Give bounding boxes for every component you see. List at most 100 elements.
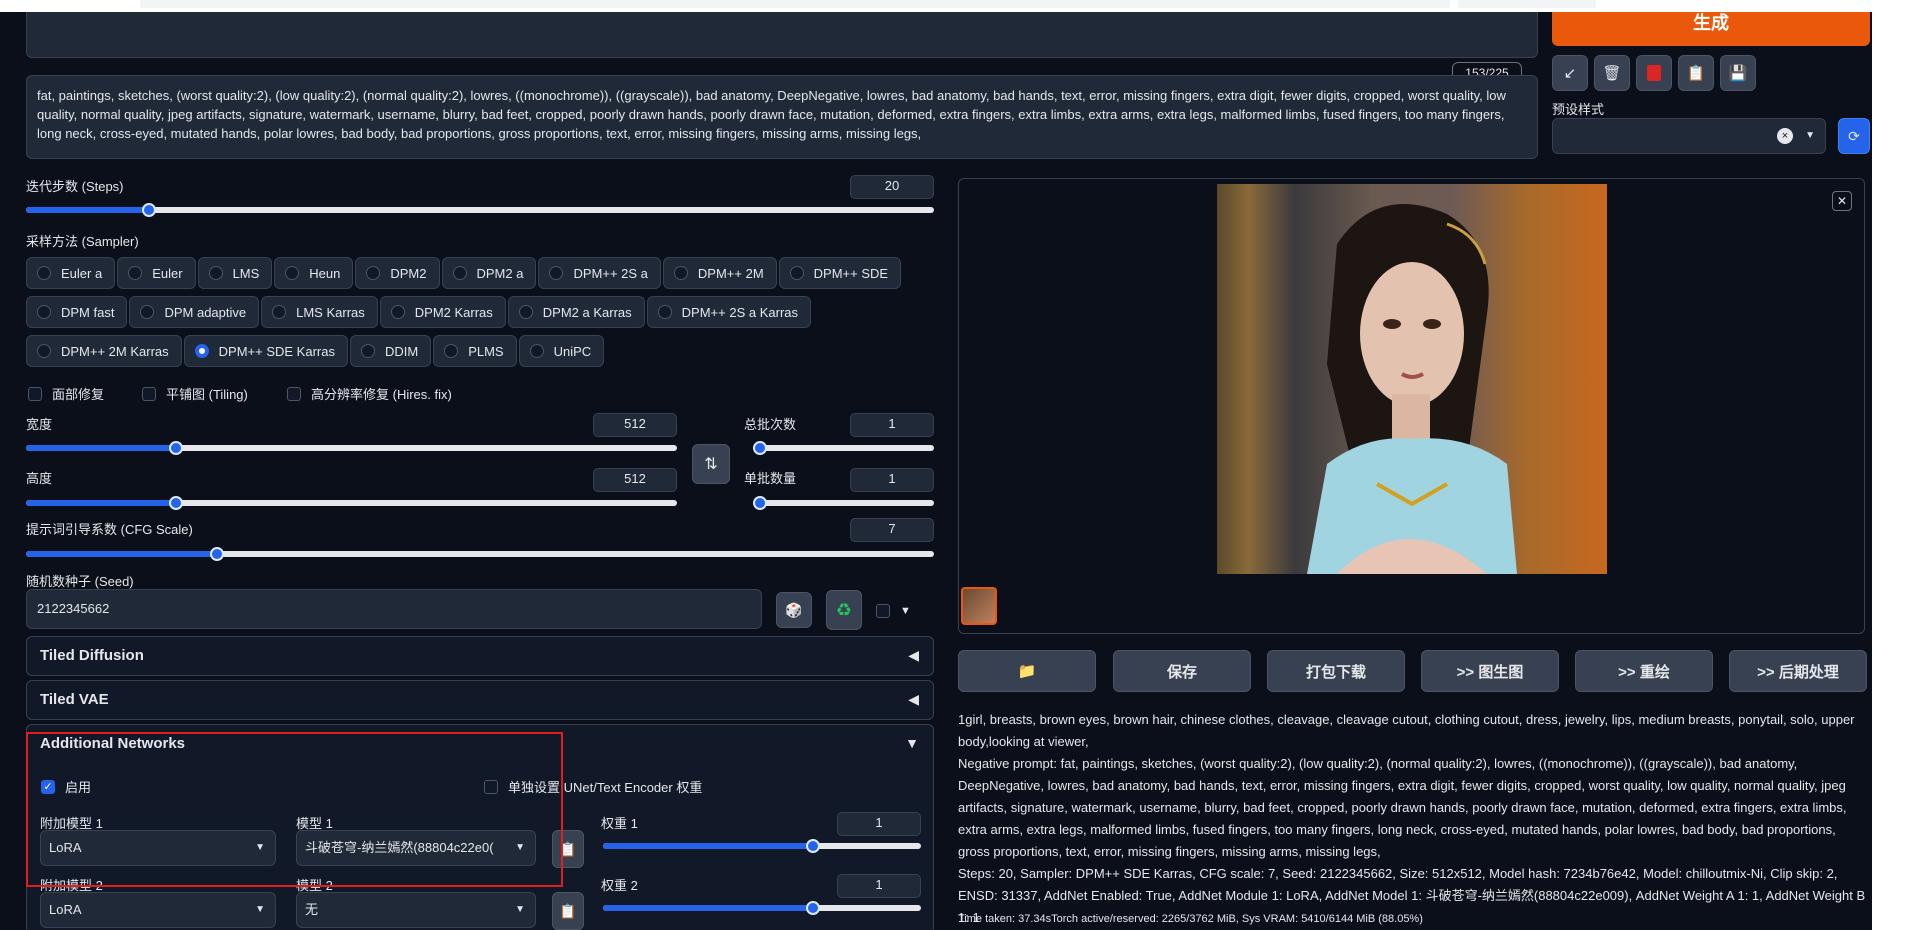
height-slider-thumb[interactable] (168, 496, 183, 510)
additional-networks-title[interactable]: Additional Networks (40, 735, 185, 752)
sampler-option[interactable]: DPM++ 2S a Karras (646, 296, 811, 328)
tiled-vae-title: Tiled VAE (40, 691, 109, 708)
trash-icon[interactable]: 🗑 (1594, 55, 1630, 91)
output-gallery: ✕ (958, 178, 1865, 634)
sampler-option[interactable]: DPM++ SDE Karras (183, 335, 348, 367)
dice-icon[interactable]: 🎲 (776, 592, 812, 628)
addnet-type1-dropdown[interactable]: LoRA ▼ (40, 830, 276, 866)
extra-seed-checkbox[interactable]: ▼ (876, 604, 911, 618)
addnet-weight1-slider[interactable] (603, 839, 921, 853)
clipboard-icon[interactable]: 📋 (552, 830, 584, 868)
restore-faces-checkbox[interactable]: 面部修复 (28, 384, 104, 403)
steps-slider[interactable] (26, 203, 934, 217)
cfg-slider[interactable] (26, 547, 934, 561)
sampler-option[interactable]: DDIM (349, 335, 432, 367)
addnet-model2-dropdown[interactable]: 无 ▼ (296, 892, 536, 928)
addnet-type2-dropdown[interactable]: LoRA ▼ (40, 892, 276, 928)
sampler-option[interactable]: LMS (197, 257, 273, 289)
addnet-weight2-slider-thumb[interactable] (805, 901, 820, 915)
open-folder-button[interactable]: 📁 (958, 650, 1096, 692)
send-to-extras-button[interactable]: >> 后期处理 (1729, 650, 1867, 692)
addnet-weight1-input[interactable]: 1 (837, 812, 921, 836)
addnet-weight1-label: 权重 1 (601, 816, 638, 831)
batch-size-slider[interactable] (753, 496, 934, 510)
sampler-option[interactable]: DPM fast (26, 296, 128, 328)
sampler-option[interactable]: DPM++ 2M Karras (26, 335, 182, 367)
cfg-slider-thumb[interactable] (209, 547, 224, 561)
addnet-weight1-slider-thumb[interactable] (805, 839, 820, 853)
steps-label: 迭代步数 (Steps) (26, 179, 124, 194)
negative-prompt-textarea[interactable]: fat, paintings, sketches, (worst quality… (26, 75, 1538, 159)
batch-count-slider-thumb[interactable] (753, 441, 767, 455)
generated-image[interactable] (1217, 184, 1607, 574)
sampler-option[interactable]: Euler (117, 257, 196, 289)
refresh-icon[interactable]: ⟳ (1838, 118, 1870, 154)
width-input[interactable]: 512 (593, 413, 677, 437)
sampler-option[interactable]: DPM2 Karras (379, 296, 506, 328)
height-input[interactable]: 512 (593, 468, 677, 492)
batch-count-input[interactable]: 1 (850, 413, 934, 437)
separate-weights-checkbox[interactable]: 单独设置 UNet/Text Encoder 权重 (484, 777, 702, 796)
close-icon[interactable]: ✕ (1832, 191, 1852, 211)
sampler-option[interactable]: PLMS (433, 335, 517, 367)
addnet-enable-checkbox[interactable]: ✓ 启用 (41, 777, 91, 796)
sampler-option[interactable]: Euler a (26, 257, 116, 289)
tiling-checkbox[interactable]: 平铺图 (Tiling) (142, 384, 248, 403)
addnet-enable-label: 启用 (65, 780, 92, 795)
recycle-icon[interactable]: ♻ (826, 590, 862, 630)
expand-down-icon[interactable]: ▼ (905, 735, 919, 751)
radio-dot (789, 266, 804, 280)
styles-dropdown[interactable]: × ▼ (1552, 118, 1826, 154)
steps-input[interactable]: 20 (850, 175, 934, 199)
tiled-vae-accordion[interactable]: Tiled VAE ◀ (26, 680, 934, 720)
radio-dot (285, 266, 300, 280)
sampler-option-label: PLMS (468, 343, 504, 359)
sampler-option-label: UniPC (553, 343, 592, 359)
cfg-input[interactable]: 7 (850, 518, 934, 542)
chevron-down-icon[interactable]: ▼ (900, 605, 911, 617)
zip-download-button[interactable]: 打包下载 (1267, 650, 1405, 692)
sampler-option[interactable]: DPM2 a Karras (507, 296, 645, 328)
steps-slider-thumb[interactable] (141, 203, 156, 217)
arrow-icon[interactable]: ↙ (1552, 55, 1588, 91)
addnet-weight2-slider[interactable] (603, 901, 921, 915)
batch-size-slider-thumb[interactable] (753, 496, 767, 510)
sampler-option[interactable]: Heun (274, 257, 354, 289)
sampler-option-label: DPM fast (61, 304, 115, 320)
sampler-option[interactable]: LMS Karras (261, 296, 378, 328)
height-slider[interactable] (26, 496, 677, 510)
radio-dot (37, 266, 51, 280)
swap-dimensions-button[interactable]: ⇅ (692, 444, 730, 484)
tiled-diffusion-accordion[interactable]: Tiled Diffusion ◀ (26, 636, 934, 676)
send-to-inpaint-button[interactable]: >> 重绘 (1575, 650, 1713, 692)
card-icon[interactable] (1636, 55, 1672, 91)
seed-input[interactable]: 2122345662 (26, 589, 762, 629)
width-slider[interactable] (26, 441, 677, 455)
addnet-weight2-input[interactable]: 1 (837, 874, 921, 898)
thumbnail[interactable] (961, 587, 997, 625)
send-to-img2img-button[interactable]: >> 图生图 (1421, 650, 1559, 692)
sampler-option[interactable]: DPM++ SDE (778, 257, 902, 289)
radio-dot (128, 266, 143, 280)
sampler-option[interactable]: DPM adaptive (129, 296, 260, 328)
batch-size-input[interactable]: 1 (850, 468, 934, 492)
save-button[interactable]: 保存 (1113, 650, 1251, 692)
sampler-option-label: LMS (232, 265, 260, 281)
clear-icon[interactable]: × (1777, 128, 1793, 144)
sampler-option-label: LMS Karras (296, 304, 365, 320)
addnet-model1-dropdown[interactable]: 斗破苍穹-纳兰嫣然(88804c22e0(▼ (296, 830, 536, 866)
clipboard-icon[interactable]: 📋 (552, 892, 584, 930)
height-label: 高度 (26, 471, 53, 486)
radio-dot (140, 305, 155, 319)
sampler-option[interactable]: DPM2 a (441, 257, 537, 289)
sampler-option[interactable]: UniPC (518, 335, 605, 367)
save-icon[interactable]: 💾 (1720, 55, 1756, 91)
clipboard-icon[interactable]: 📋 (1678, 55, 1714, 91)
sampler-option[interactable]: DPM++ 2M (662, 257, 777, 289)
sampler-option[interactable]: DPM++ 2S a (538, 257, 661, 289)
hires-fix-checkbox[interactable]: 高分辨率修复 (Hires. fix) (287, 384, 452, 403)
chevron-down-icon: ▼ (255, 904, 265, 915)
width-slider-thumb[interactable] (168, 441, 183, 455)
sampler-option[interactable]: DPM2 (355, 257, 440, 289)
batch-count-slider[interactable] (753, 441, 934, 455)
